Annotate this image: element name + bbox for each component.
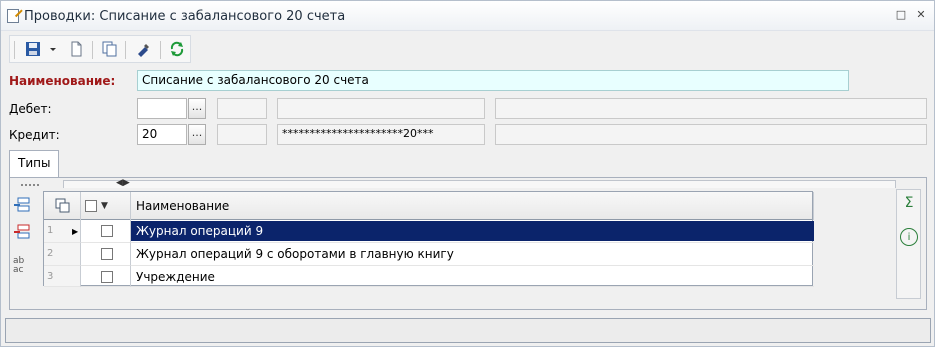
- info-icon[interactable]: i: [900, 228, 918, 246]
- tab-label: Типы: [18, 156, 51, 170]
- row-name[interactable]: Учреждение: [131, 266, 814, 287]
- restore-icon[interactable]: □: [895, 9, 907, 21]
- row-selector-header[interactable]: [44, 192, 81, 220]
- edit-icon[interactable]: [135, 41, 153, 59]
- debit-label: Дебет:: [9, 102, 52, 116]
- close-icon[interactable]: ✕: [915, 9, 927, 21]
- sum-icon[interactable]: Σ: [900, 194, 918, 212]
- copy-icon[interactable]: [101, 41, 119, 59]
- credit-description-field: [495, 124, 927, 145]
- current-row-icon: ▶: [72, 227, 79, 236]
- check-all-header[interactable]: ▼: [81, 192, 131, 220]
- toolbar: [9, 35, 191, 63]
- checkbox[interactable]: [101, 225, 113, 237]
- checkbox[interactable]: [101, 271, 113, 283]
- new-document-icon[interactable]: [68, 41, 86, 59]
- credit-subaccount-field: [217, 124, 267, 145]
- debit-description-field: [495, 98, 927, 119]
- title-bar: Проводки: Списание с забалансового 20 сч…: [1, 1, 934, 31]
- checkbox[interactable]: [85, 200, 97, 212]
- edit-document-icon: [7, 9, 19, 23]
- tab-types[interactable]: Типы: [9, 150, 59, 178]
- row-name[interactable]: Журнал операций 9 с оборотами в главную …: [131, 243, 814, 266]
- status-bar: [5, 318, 931, 343]
- group-panel[interactable]: ◀▶: [63, 178, 896, 188]
- table-row[interactable]: 2 Журнал операций 9 с оборотами в главну…: [44, 243, 814, 266]
- delete-row-icon[interactable]: [13, 223, 31, 241]
- column-resize-icon: ◀▶: [116, 178, 130, 188]
- debit-account-field[interactable]: [137, 98, 187, 119]
- row-number: 2: [44, 243, 81, 266]
- rename-icon[interactable]: ab ac: [13, 257, 31, 275]
- checkbox[interactable]: [101, 248, 113, 260]
- add-row-icon[interactable]: [13, 196, 31, 214]
- window-title: Проводки: Списание с забалансового 20 сч…: [24, 9, 346, 24]
- save-icon[interactable]: [25, 41, 43, 59]
- table-row[interactable]: 1 ▶ Журнал операций 9: [44, 220, 814, 243]
- refresh-icon[interactable]: [169, 41, 187, 59]
- column-header-name[interactable]: Наименование: [131, 192, 814, 220]
- credit-account-field[interactable]: 20: [137, 124, 187, 145]
- name-label: Наименование:: [9, 74, 116, 88]
- dropdown-arrow-icon[interactable]: [48, 41, 58, 59]
- debit-mask-field: [277, 98, 485, 119]
- row-check-cell[interactable]: [81, 266, 131, 287]
- grid-header: ▼ Наименование: [44, 192, 814, 220]
- document-window: Проводки: Списание с забалансового 20 сч…: [0, 0, 935, 347]
- debit-subaccount-field: [217, 98, 267, 119]
- name-field[interactable]: Списание с забалансового 20 счета: [137, 70, 849, 91]
- row-check-cell[interactable]: [81, 220, 131, 243]
- row-check-cell[interactable]: [81, 243, 131, 266]
- debit-lookup-button[interactable]: ...: [188, 98, 206, 119]
- panel-grip-icon[interactable]: [21, 184, 39, 186]
- table-row[interactable]: 3 Учреждение: [44, 266, 814, 287]
- row-number: 3: [44, 266, 81, 287]
- chevron-down-icon[interactable]: ▼: [101, 201, 108, 211]
- credit-mask-field: **********************20***: [277, 124, 485, 145]
- row-name[interactable]: Журнал операций 9: [131, 220, 814, 243]
- credit-label: Кредит:: [9, 128, 60, 142]
- right-toolbar: Σ i: [896, 189, 921, 299]
- types-grid: ▼ Наименование 1 ▶ Журнал операций 9 2 Ж…: [43, 191, 814, 287]
- credit-lookup-button[interactable]: ...: [188, 124, 206, 145]
